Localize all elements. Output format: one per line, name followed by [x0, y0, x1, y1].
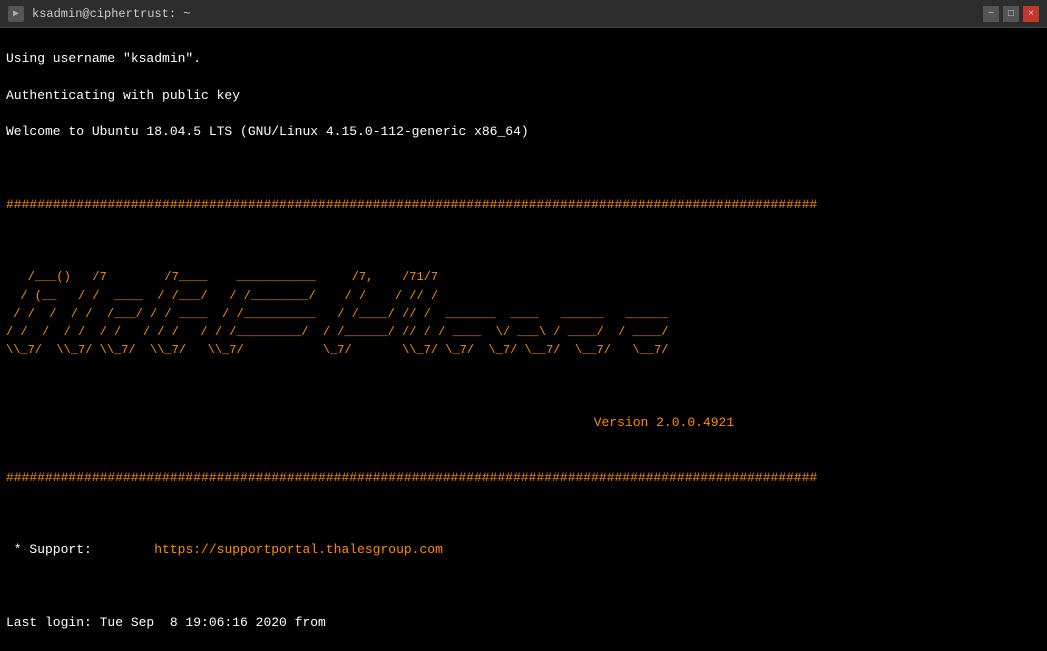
support-line: * Support: https://supportportal.thalesg…	[6, 542, 443, 557]
terminal[interactable]: Using username "ksadmin". Authenticating…	[0, 28, 1047, 651]
separator-bottom: ########################################…	[6, 470, 817, 485]
version-line: Version 2.0.0.4921	[6, 414, 1041, 432]
titlebar: ▶ ksadmin@ciphertrust: ~ − □ ×	[0, 0, 1047, 28]
line-auth: Authenticating with public key	[6, 88, 240, 103]
maximize-button[interactable]: □	[1003, 6, 1019, 22]
line-username: Using username "ksadmin".	[6, 51, 201, 66]
ascii-art: /___() /7 /7____ ___________ /7, /71/7 /…	[6, 270, 669, 357]
terminal-icon: ▶	[8, 6, 24, 22]
titlebar-title: ksadmin@ciphertrust: ~	[32, 7, 190, 21]
separator-top: ########################################…	[6, 197, 817, 212]
support-url[interactable]: https://supportportal.thalesgroup.com	[154, 542, 443, 557]
titlebar-controls: − □ ×	[983, 6, 1039, 22]
close-button[interactable]: ×	[1023, 6, 1039, 22]
last-login: Last login: Tue Sep 8 19:06:16 2020 from	[6, 615, 326, 630]
minimize-button[interactable]: −	[983, 6, 999, 22]
line-welcome: Welcome to Ubuntu 18.04.5 LTS (GNU/Linux…	[6, 124, 529, 139]
